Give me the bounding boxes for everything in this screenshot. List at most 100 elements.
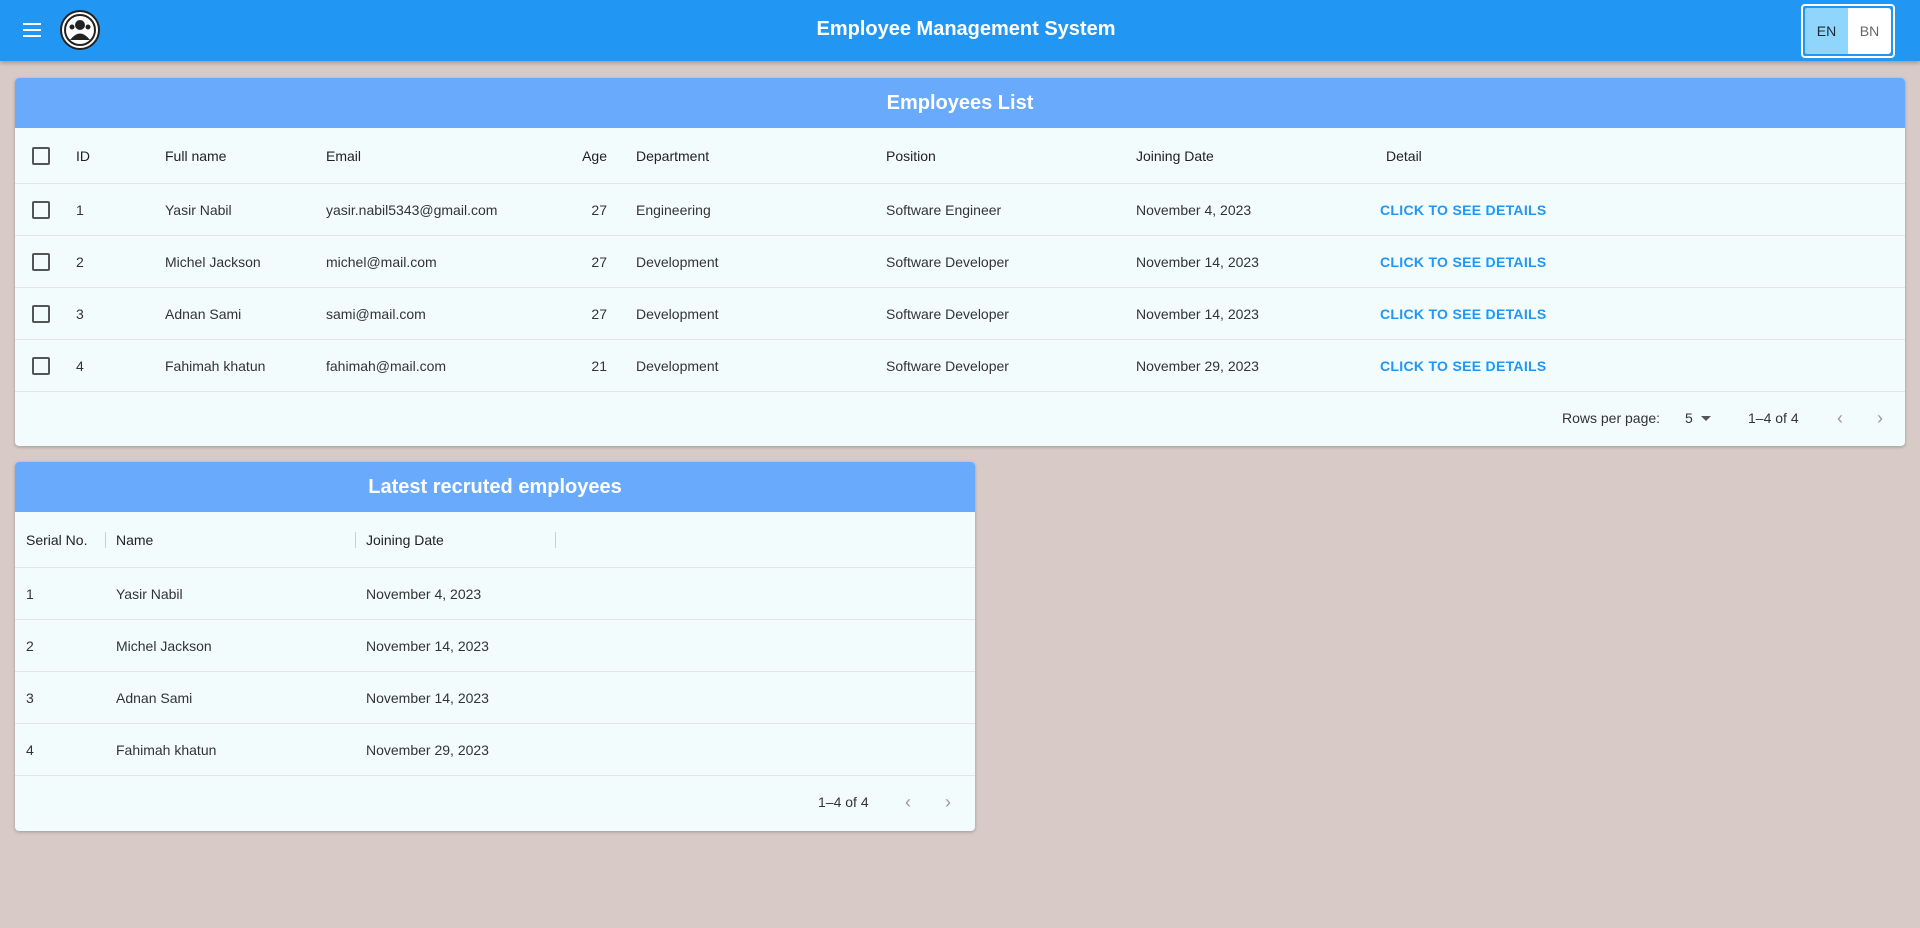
recruit-name: Adnan Sami: [116, 689, 193, 706]
column-separator[interactable]: [355, 532, 356, 548]
employee-joining-date: November 4, 2023: [1136, 201, 1252, 218]
recruit-serial: 1: [26, 585, 34, 602]
employee-email: yasir.nabil5343@gmail.com: [326, 201, 498, 218]
recruited-table-pagination: 1–4 of 4 ‹ ›: [15, 776, 975, 828]
employee-position: Software Developer: [886, 253, 1009, 270]
column-separator[interactable]: [555, 532, 556, 548]
employee-id: 3: [76, 305, 84, 322]
recruit-name: Yasir Nabil: [116, 585, 183, 602]
rows-per-page-select[interactable]: 5: [1685, 392, 1711, 444]
employee-name: Fahimah khatun: [165, 357, 266, 374]
recruit-joining-date: November 29, 2023: [366, 741, 489, 758]
employees-table-header: ID Full name Email Age Department Positi…: [15, 128, 1905, 184]
employee-joining-date: November 14, 2023: [1136, 253, 1259, 270]
employee-position: Software Developer: [886, 305, 1009, 322]
select-all-checkbox[interactable]: [32, 146, 50, 165]
employees-table-pagination: Rows per page: 5 1–4 of 4 ‹ ›: [15, 392, 1905, 444]
table-row[interactable]: 3 Adnan Sami sami@mail.com 27 Development Sof…: [15, 288, 1905, 340]
row-checkbox[interactable]: [32, 304, 50, 323]
employee-joining-date: November 14, 2023: [1136, 305, 1259, 322]
column-header-position[interactable]: Position: [886, 128, 936, 183]
employee-email: fahimah@mail.com: [326, 357, 447, 374]
employee-department: Development: [636, 253, 719, 270]
recruit-serial: 3: [26, 689, 34, 706]
row-select-cell: [32, 236, 50, 287]
employee-position: Software Engineer: [886, 201, 1002, 218]
employees-list-title: Employees List: [15, 78, 1905, 128]
lang-en-button[interactable]: EN: [1805, 8, 1848, 54]
employee-position: Software Developer: [886, 357, 1009, 374]
row-checkbox[interactable]: [32, 252, 50, 271]
employee-email: michel@mail.com: [326, 253, 437, 270]
recruit-joining-date: November 14, 2023: [366, 689, 489, 706]
employee-name: Michel Jackson: [165, 253, 261, 270]
column-header-full-name[interactable]: Full name: [165, 128, 226, 183]
logo-emblem-icon: [64, 14, 96, 46]
employee-email: sami@mail.com: [326, 305, 426, 322]
table-row[interactable]: 3 Adnan Sami November 14, 2023: [15, 672, 975, 724]
rows-per-page-label: Rows per page:: [1562, 410, 1661, 426]
column-header-age[interactable]: Age: [555, 128, 607, 183]
employee-name: Adnan Sami: [165, 305, 242, 322]
table-row[interactable]: 2 Michel Jackson michel@mail.com 27 Developm…: [15, 236, 1905, 288]
recruited-pagination-range: 1–4 of 4: [818, 794, 869, 810]
previous-page-icon[interactable]: ‹: [1837, 392, 1843, 444]
employee-id: 1: [76, 201, 84, 218]
menu-icon[interactable]: [18, 18, 46, 42]
table-row[interactable]: 4 Fahimah khatun November 29, 2023: [15, 724, 975, 776]
latest-recruited-title: Latest recruted employees: [15, 462, 975, 512]
column-header-id[interactable]: ID: [76, 128, 90, 183]
see-details-link[interactable]: CLICK TO SEE DETAILS: [1380, 254, 1547, 270]
next-page-icon[interactable]: ›: [945, 776, 951, 828]
next-page-icon[interactable]: ›: [1877, 392, 1883, 444]
recruit-serial: 2: [26, 637, 34, 654]
app-title: Employee Management System: [816, 18, 1116, 40]
column-header-joining-date[interactable]: Joining Date: [1136, 128, 1214, 183]
employee-department: Development: [636, 305, 719, 322]
see-details-link[interactable]: CLICK TO SEE DETAILS: [1380, 306, 1547, 322]
column-header-email[interactable]: Email: [326, 128, 361, 183]
table-row[interactable]: 4 Fahimah khatun fahimah@mail.com 21 Develop…: [15, 340, 1905, 392]
recruit-joining-date: November 14, 2023: [366, 637, 489, 654]
employee-name: Yasir Nabil: [165, 201, 232, 218]
see-details-link[interactable]: CLICK TO SEE DETAILS: [1380, 358, 1547, 374]
row-select-cell: [32, 340, 50, 391]
column-header-joining-date[interactable]: Joining Date: [366, 512, 444, 567]
lang-bn-button[interactable]: BN: [1848, 8, 1891, 54]
recruited-table-header: Serial No. Name Joining Date: [15, 512, 975, 568]
column-header-detail[interactable]: Detail: [1386, 128, 1422, 183]
language-toggle: EN BN: [1801, 4, 1895, 58]
see-details-link[interactable]: CLICK TO SEE DETAILS: [1380, 202, 1547, 218]
recruit-joining-date: November 4, 2023: [366, 585, 482, 602]
company-logo[interactable]: [60, 10, 100, 50]
latest-recruited-card: Latest recruted employees Serial No. Nam…: [15, 462, 975, 831]
table-row[interactable]: 1 Yasir Nabil November 4, 2023: [15, 568, 975, 620]
table-row[interactable]: 1 Yasir Nabil yasir.nabil5343@gmail.com 27 E…: [15, 184, 1905, 236]
employee-department: Development: [636, 357, 719, 374]
employee-id: 4: [76, 357, 84, 374]
previous-page-icon[interactable]: ‹: [905, 776, 911, 828]
row-checkbox[interactable]: [32, 200, 50, 219]
employee-age: 27: [591, 305, 607, 322]
employee-department: Engineering: [636, 201, 711, 218]
select-all-cell: [32, 128, 50, 183]
table-row[interactable]: 2 Michel Jackson November 14, 2023: [15, 620, 975, 672]
column-header-department[interactable]: Department: [636, 128, 709, 183]
row-checkbox[interactable]: [32, 356, 50, 375]
recruit-name: Michel Jackson: [116, 637, 212, 654]
rows-per-page-value: 5: [1685, 410, 1693, 426]
employees-list-card: Employees List ID Full name Email Age De…: [15, 78, 1905, 446]
pagination-range: 1–4 of 4: [1748, 410, 1799, 426]
column-header-serial-no[interactable]: Serial No.: [26, 512, 87, 567]
row-select-cell: [32, 184, 50, 235]
column-header-name[interactable]: Name: [116, 512, 153, 567]
app-bar: Employee Management System EN BN: [0, 0, 1920, 61]
employee-age: 21: [591, 357, 607, 374]
column-separator[interactable]: [105, 532, 106, 548]
employee-age: 27: [591, 201, 607, 218]
recruit-name: Fahimah khatun: [116, 741, 217, 758]
row-select-cell: [32, 288, 50, 339]
employee-id: 2: [76, 253, 84, 270]
employee-age: 27: [591, 253, 607, 270]
employee-joining-date: November 29, 2023: [1136, 357, 1259, 374]
